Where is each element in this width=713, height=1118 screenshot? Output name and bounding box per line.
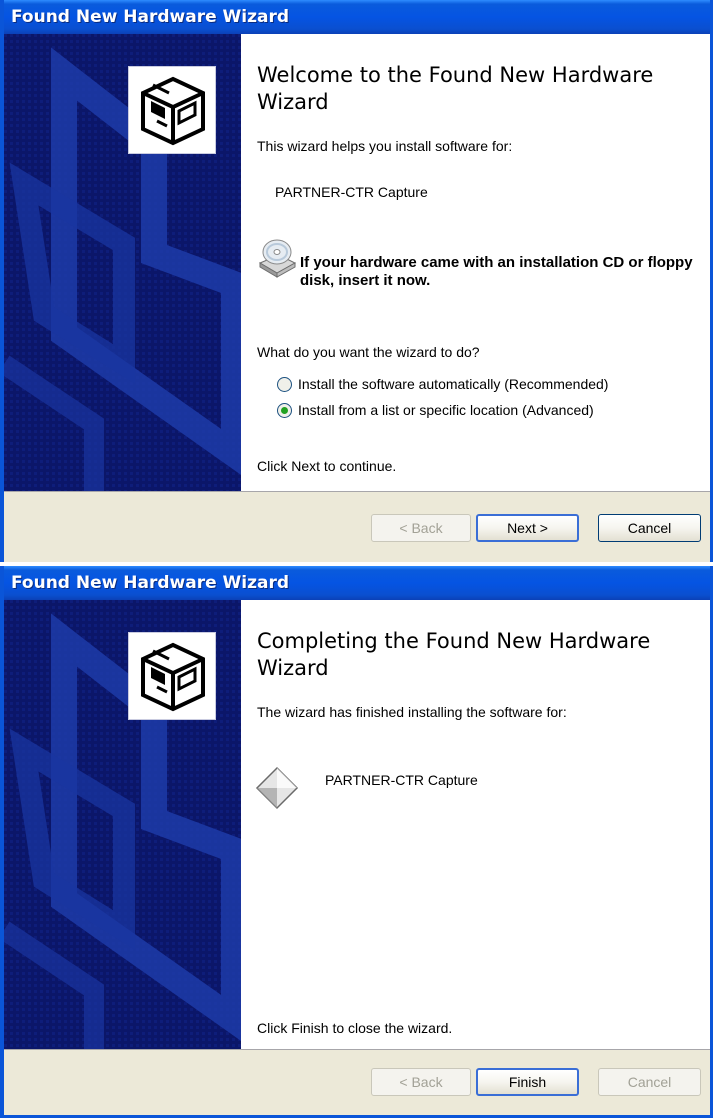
option-label: Install from a list or specific location…: [298, 402, 594, 418]
window-title[interactable]: Found New Hardware Wizard: [4, 0, 710, 34]
device-icon: [255, 766, 299, 810]
wizard-content: Welcome to the Found New Hardware Wizard…: [241, 34, 710, 491]
back-button[interactable]: < Back: [371, 514, 471, 542]
next-button[interactable]: Next >: [476, 514, 579, 542]
intro-text: This wizard helps you install software f…: [257, 138, 513, 154]
option-label: Install the software automatically (Reco…: [298, 376, 609, 392]
back-button[interactable]: < Back: [371, 1068, 471, 1096]
cancel-button[interactable]: Cancel: [598, 514, 701, 542]
hardware-wizard-icon: [128, 66, 216, 154]
question-text: What do you want the wizard to do?: [257, 344, 480, 360]
wizard-content: Completing the Found New Hardware Wizard…: [241, 600, 710, 1052]
option-install-automatic[interactable]: Install the software automatically (Reco…: [277, 374, 608, 394]
radio-button-selected[interactable]: [277, 402, 292, 418]
hardware-wizard-icon: [128, 632, 216, 720]
wizard-side-banner: [4, 34, 241, 491]
continue-text: Click Next to continue.: [257, 458, 397, 474]
wizard-side-banner: [4, 600, 241, 1052]
wizard-body: Welcome to the Found New Hardware Wizard…: [4, 34, 710, 491]
wizard-window-welcome: Found New Hardware Wizard Welcome to the…: [0, 0, 713, 562]
cd-prompt: If your hardware came with an installati…: [300, 254, 693, 289]
window-title[interactable]: Found New Hardware Wizard: [4, 566, 710, 600]
device-name: PARTNER-CTR Capture: [275, 184, 428, 200]
finish-button[interactable]: Finish: [476, 1068, 579, 1096]
wizard-window-completing: Found New Hardware Wizard Completing the…: [0, 566, 713, 1118]
intro-text: The wizard has finished installing the s…: [257, 704, 567, 720]
button-bar: < Back Finish Cancel: [4, 1049, 710, 1115]
cd-icon: [258, 239, 297, 278]
page-title: Completing the Found New Hardware Wizard: [257, 629, 651, 680]
cancel-button[interactable]: Cancel: [598, 1068, 701, 1096]
radio-button[interactable]: [277, 376, 292, 392]
page-title: Welcome to the Found New Hardware Wizard: [257, 63, 654, 114]
button-bar: < Back Next > Cancel: [4, 491, 710, 562]
option-install-from-list[interactable]: Install from a list or specific location…: [277, 400, 594, 420]
wizard-body: Completing the Found New Hardware Wizard…: [4, 600, 710, 1052]
finish-instruction-text: Click Finish to close the wizard.: [257, 1020, 453, 1036]
device-name: PARTNER-CTR Capture: [325, 772, 478, 788]
